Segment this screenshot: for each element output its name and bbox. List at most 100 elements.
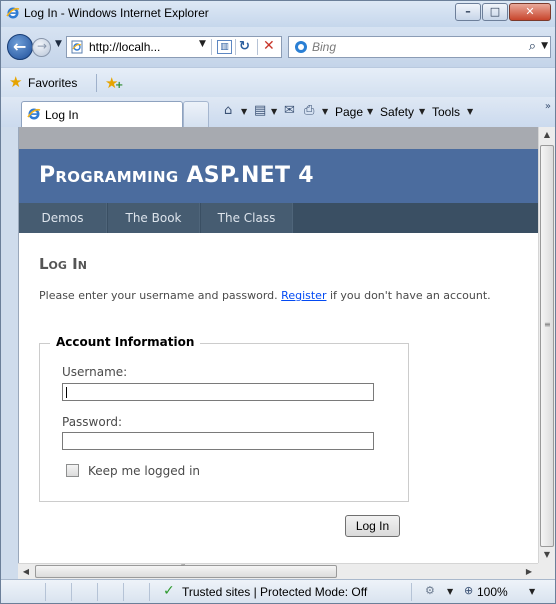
close-button[interactable]: ✕ bbox=[509, 3, 551, 21]
forward-button[interactable]: → bbox=[32, 38, 51, 57]
bing-icon bbox=[295, 41, 307, 53]
keep-logged-in-checkbox[interactable] bbox=[66, 464, 79, 477]
zone-dropdown-icon[interactable]: ▼ bbox=[447, 587, 453, 596]
divider bbox=[235, 39, 236, 55]
navigation-bar: ← → ▼ http://localh... ▼ ▥ ↻ ✕ Bing ⌕ ▼ bbox=[1, 27, 555, 67]
close-icon: ✕ bbox=[525, 5, 535, 18]
scroll-left-icon[interactable]: ◀ bbox=[18, 564, 34, 580]
home-dropdown-icon[interactable]: ▼ bbox=[241, 107, 247, 116]
tools-menu[interactable]: Tools bbox=[432, 105, 460, 119]
intro-text: Please enter your username and password.… bbox=[39, 289, 491, 302]
divider bbox=[257, 39, 258, 55]
new-tab-button[interactable] bbox=[183, 101, 209, 127]
keep-logged-in-label[interactable]: Keep me logged in bbox=[88, 464, 200, 478]
divider bbox=[149, 583, 150, 601]
divider bbox=[123, 583, 124, 601]
password-label: Password: bbox=[62, 415, 123, 429]
vertical-scrollbar[interactable]: ▲ ≡ ▼ bbox=[538, 127, 555, 563]
site-top-band bbox=[19, 127, 538, 149]
divider bbox=[96, 74, 97, 92]
tools-menu-label: Tools bbox=[432, 105, 461, 119]
ie-page-icon bbox=[27, 108, 41, 120]
search-icon[interactable]: ⌕ bbox=[529, 39, 536, 54]
intro-after: if you don't have an account. bbox=[326, 289, 491, 302]
maximize-icon: □ bbox=[489, 5, 501, 18]
stop-icon[interactable]: ✕ bbox=[263, 38, 275, 54]
scroll-up-icon[interactable]: ▲ bbox=[539, 127, 555, 143]
minimize-icon: – bbox=[465, 5, 471, 18]
title-bar[interactable]: Log In - Windows Internet Explorer – □ ✕ bbox=[1, 1, 555, 27]
horizontal-scroll-thumb[interactable]: ‴ bbox=[35, 563, 337, 578]
search-placeholder: Bing bbox=[312, 40, 337, 54]
log-in-button[interactable]: Log In bbox=[345, 515, 400, 537]
refresh-icon[interactable]: ↻ bbox=[239, 39, 250, 54]
address-dropdown-icon[interactable]: ▼ bbox=[199, 39, 206, 49]
page-icon bbox=[71, 40, 83, 54]
add-plus-icon: + bbox=[115, 80, 124, 91]
maximize-button[interactable]: □ bbox=[482, 3, 508, 21]
page-menu-label: Page bbox=[335, 105, 364, 119]
print-dropdown-icon[interactable]: ▼ bbox=[322, 107, 328, 116]
url-text: http://localh... bbox=[89, 40, 161, 54]
username-input[interactable] bbox=[62, 383, 374, 401]
search-box[interactable]: Bing ⌕ ▼ bbox=[288, 36, 551, 58]
register-link[interactable]: Register bbox=[281, 289, 326, 302]
favorites-star-icon[interactable]: ★ bbox=[9, 75, 22, 90]
fieldset-legend: Account Information bbox=[50, 335, 201, 349]
horizontal-scrollbar[interactable]: ◀ ‴ ▶ bbox=[18, 563, 538, 579]
print-icon[interactable]: ⎙ bbox=[304, 103, 314, 118]
divider bbox=[97, 583, 98, 601]
safety-dropdown-icon[interactable]: ▼ bbox=[419, 107, 425, 116]
text-caret bbox=[66, 387, 67, 398]
tools-dropdown-icon[interactable]: ▼ bbox=[467, 107, 473, 116]
compatibility-view-icon[interactable]: ▥ bbox=[217, 40, 232, 54]
zoom-level[interactable]: 100% bbox=[477, 585, 508, 599]
ie-logo-icon bbox=[6, 7, 20, 19]
address-bar[interactable]: http://localh... ▼ ▥ ↻ ✕ bbox=[66, 36, 282, 58]
vertical-scroll-thumb[interactable]: ≡ bbox=[540, 145, 554, 547]
window-title: Log In - Windows Internet Explorer bbox=[24, 6, 209, 20]
menu-item-demos[interactable]: Demos bbox=[19, 203, 107, 233]
site-header: Programming ASP.NET 4 bbox=[19, 149, 538, 203]
tab-log-in[interactable]: Log In bbox=[21, 101, 183, 127]
intro-before: Please enter your username and password. bbox=[39, 289, 282, 302]
safety-menu[interactable]: Safety bbox=[380, 105, 414, 119]
scroll-right-icon[interactable]: ▶ bbox=[521, 564, 537, 580]
favorites-button[interactable]: Favorites bbox=[28, 76, 77, 90]
divider bbox=[71, 583, 72, 601]
security-zone-text[interactable]: Trusted sites | Protected Mode: Off bbox=[182, 585, 367, 599]
back-button[interactable]: ← bbox=[7, 34, 33, 60]
divider bbox=[411, 583, 412, 601]
safety-menu-label: Safety bbox=[380, 105, 415, 119]
scrollbar-corner bbox=[538, 563, 555, 579]
site-menu: Demos The Book The Class bbox=[19, 203, 538, 233]
menu-item-the-book[interactable]: The Book bbox=[108, 203, 200, 233]
trusted-check-icon: ✓ bbox=[163, 583, 175, 599]
home-icon[interactable]: ⌂ bbox=[224, 103, 232, 118]
tab-label: Log In bbox=[45, 108, 79, 122]
page-menu[interactable]: Page bbox=[335, 105, 363, 119]
divider bbox=[45, 583, 46, 601]
zone-settings-icon[interactable]: ⚙ bbox=[425, 584, 435, 597]
main-content: Log In Please enter your username and pa… bbox=[19, 233, 538, 563]
password-input[interactable] bbox=[62, 432, 374, 450]
forward-arrow-icon: → bbox=[37, 39, 48, 53]
recent-pages-dropdown-icon[interactable]: ▼ bbox=[55, 39, 62, 49]
feeds-dropdown-icon[interactable]: ▼ bbox=[271, 107, 277, 116]
zoom-dropdown-icon[interactable]: ▼ bbox=[529, 587, 535, 596]
menu-item-the-class[interactable]: The Class bbox=[201, 203, 293, 233]
search-dropdown-icon[interactable]: ▼ bbox=[541, 41, 548, 51]
minimize-button[interactable]: – bbox=[455, 3, 481, 21]
back-arrow-icon: ← bbox=[13, 37, 27, 56]
grip-icon: ≡ bbox=[544, 320, 551, 329]
page-dropdown-icon[interactable]: ▼ bbox=[367, 107, 373, 116]
username-label: Username: bbox=[62, 365, 128, 379]
browser-window: Log In - Windows Internet Explorer – □ ✕… bbox=[0, 0, 556, 604]
scroll-down-icon[interactable]: ▼ bbox=[539, 547, 555, 563]
read-mail-icon[interactable]: ✉ bbox=[284, 103, 295, 118]
favorites-bar: ★ Favorites ★ + bbox=[1, 67, 555, 97]
page-viewport: Programming ASP.NET 4 Demos The Book The… bbox=[18, 127, 538, 563]
feeds-icon[interactable]: ▤ bbox=[254, 103, 266, 118]
zoom-icon[interactable]: ⊕ bbox=[464, 584, 473, 597]
more-commands-chevron-icon[interactable]: » bbox=[545, 101, 551, 112]
